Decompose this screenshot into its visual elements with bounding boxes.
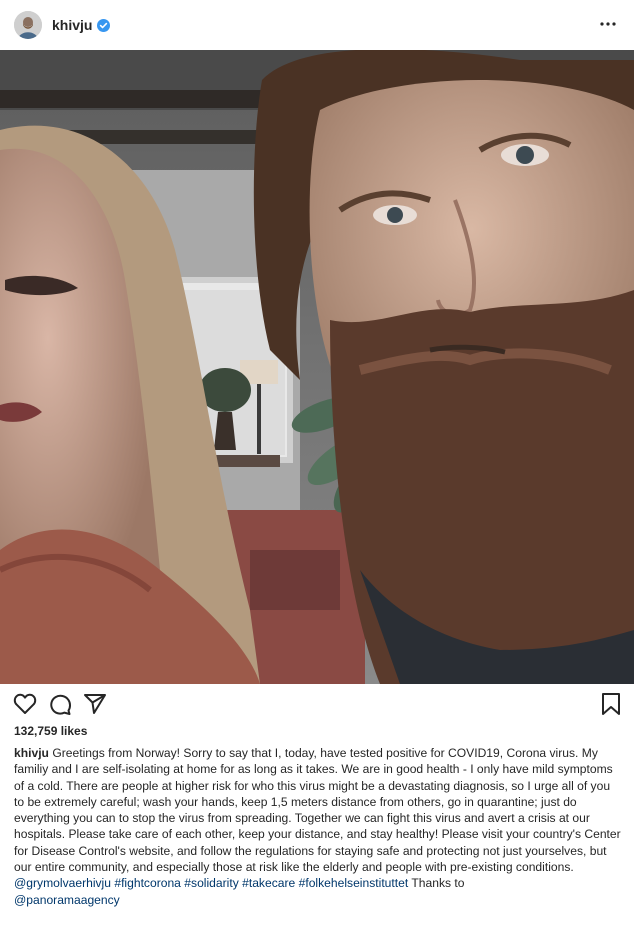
verified-badge-icon — [97, 18, 111, 32]
post-photo[interactable] — [0, 50, 634, 684]
share-button[interactable] — [82, 691, 108, 717]
caption-mention[interactable]: @grymolvaerhivju — [14, 876, 111, 890]
photo-two-people-selfie-icon — [0, 50, 634, 684]
caption-trailing-text: Thanks to — [411, 876, 465, 891]
hashtag-link[interactable]: #solidarity — [184, 876, 238, 890]
more-horizontal-icon — [600, 22, 616, 26]
post-actions — [0, 689, 634, 721]
paper-plane-icon — [84, 694, 106, 714]
post-username[interactable]: khivju — [52, 17, 92, 33]
like-button[interactable] — [12, 691, 38, 717]
avatar-icon — [14, 11, 42, 39]
comment-button[interactable] — [47, 691, 73, 717]
hashtag-link[interactable]: #takecare — [242, 876, 295, 890]
caption-mention[interactable]: @panoramaagency — [14, 893, 120, 907]
hashtag-link[interactable]: #fightcorona — [114, 876, 181, 890]
heart-icon — [13, 693, 37, 714]
hashtag-link[interactable]: #folkehelseinstituttet — [299, 876, 409, 890]
avatar[interactable] — [14, 11, 42, 39]
bookmark-icon — [602, 693, 620, 715]
post-caption: khivju Greetings from Norway! Sorry to s… — [14, 745, 622, 908]
save-button[interactable] — [598, 691, 624, 717]
caption-username[interactable]: khivju — [14, 746, 49, 760]
caption-text: Greetings from Norway! Sorry to say that… — [14, 746, 621, 875]
post-header: khivju — [0, 0, 634, 50]
more-options-button[interactable] — [596, 14, 620, 34]
like-count[interactable]: 132,759 likes — [14, 724, 87, 738]
comment-icon — [50, 694, 72, 715]
